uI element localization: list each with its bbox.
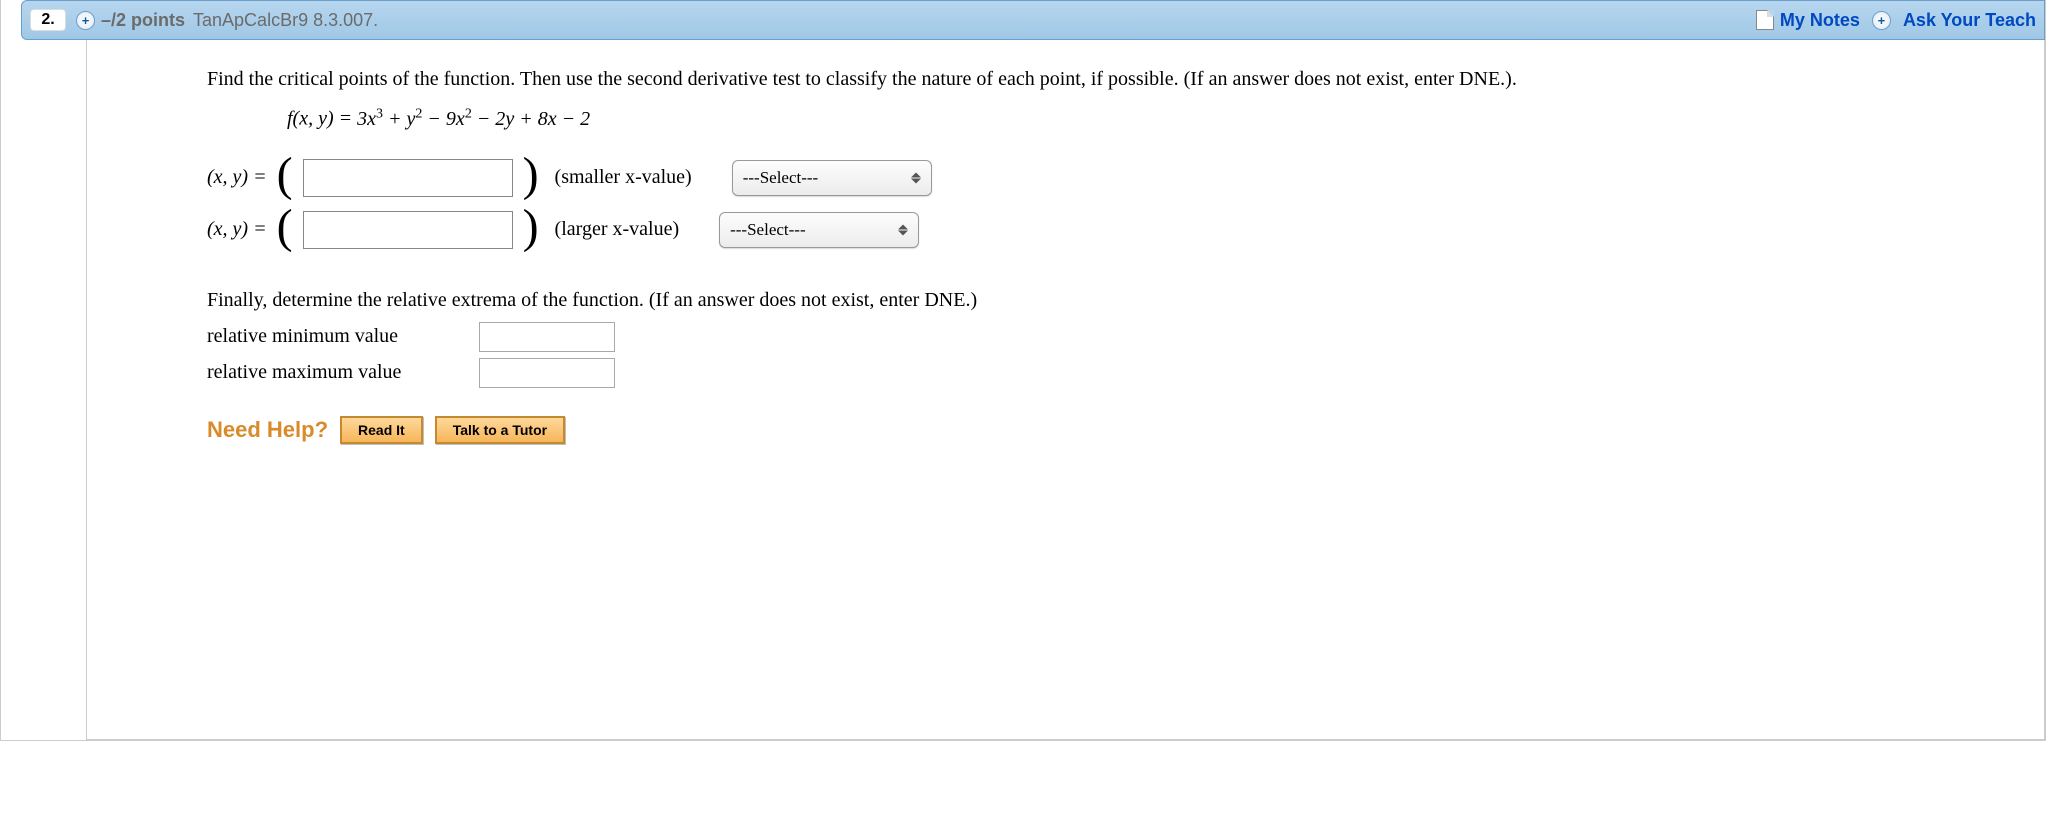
critical-point-input-2[interactable] bbox=[303, 211, 513, 249]
ask-teacher-link[interactable]: Ask Your Teach bbox=[1903, 10, 2036, 31]
relmin-input[interactable] bbox=[479, 322, 615, 352]
note-icon bbox=[1756, 10, 1774, 30]
fn-lhs: f(x, y) = bbox=[287, 108, 357, 130]
my-notes-link[interactable]: My Notes bbox=[1780, 10, 1860, 31]
select-value: ---Select--- bbox=[730, 220, 806, 240]
need-help-label: Need Help? bbox=[207, 417, 328, 443]
close-paren-icon: ) bbox=[523, 161, 539, 190]
select-value: ---Select--- bbox=[743, 168, 819, 188]
function-definition: f(x, y) = 3x3 + y2 − 9x2 − 2y + 8x − 2 bbox=[287, 106, 2004, 131]
talk-to-tutor-button[interactable]: Talk to a Tutor bbox=[435, 416, 565, 444]
plus-icon[interactable]: + bbox=[1872, 11, 1891, 30]
critical-point-row-2: (x, y) = ( ) (larger x-value) ---Select-… bbox=[207, 211, 2004, 249]
relmax-input[interactable] bbox=[479, 358, 615, 388]
question-prompt: Find the critical points of the function… bbox=[207, 64, 2004, 94]
relmax-row: relative maximum value bbox=[207, 358, 2004, 388]
hint-larger-x: (larger x-value) bbox=[555, 218, 680, 241]
open-paren-icon: ( bbox=[277, 161, 293, 190]
relmin-label: relative minimum value bbox=[207, 325, 467, 348]
question-body: Find the critical points of the function… bbox=[86, 40, 2045, 740]
expand-icon[interactable]: + bbox=[76, 11, 95, 30]
critical-point-input-1[interactable] bbox=[303, 159, 513, 197]
relmin-row: relative minimum value bbox=[207, 322, 2004, 352]
hint-smaller-x: (smaller x-value) bbox=[555, 166, 692, 189]
critical-point-row-1: (x, y) = ( ) (smaller x-value) ---Select… bbox=[207, 159, 2004, 197]
close-paren-icon: ) bbox=[523, 213, 539, 242]
stepper-icon bbox=[911, 172, 925, 183]
classification-select-2[interactable]: ---Select--- bbox=[719, 212, 919, 248]
read-it-button[interactable]: Read It bbox=[340, 416, 423, 444]
question-header: 2. + –/2 points TanApCalcBr9 8.3.007. My… bbox=[21, 0, 2045, 40]
points-label: –/2 points bbox=[101, 10, 185, 31]
relmax-label: relative maximum value bbox=[207, 361, 467, 384]
classification-select-1[interactable]: ---Select--- bbox=[732, 160, 932, 196]
question-source: TanApCalcBr9 8.3.007. bbox=[193, 10, 378, 31]
extrema-prompt: Finally, determine the relative extrema … bbox=[207, 289, 2004, 312]
stepper-icon bbox=[898, 224, 912, 235]
fn-rhs: 3x3 + y2 − 9x2 − 2y + 8x − 2 bbox=[357, 108, 590, 130]
open-paren-icon: ( bbox=[277, 213, 293, 242]
need-help-section: Need Help? Read It Talk to a Tutor bbox=[207, 416, 2004, 444]
question-number: 2. bbox=[30, 9, 66, 31]
xy-label: (x, y) = bbox=[207, 166, 267, 189]
xy-label: (x, y) = bbox=[207, 218, 267, 241]
